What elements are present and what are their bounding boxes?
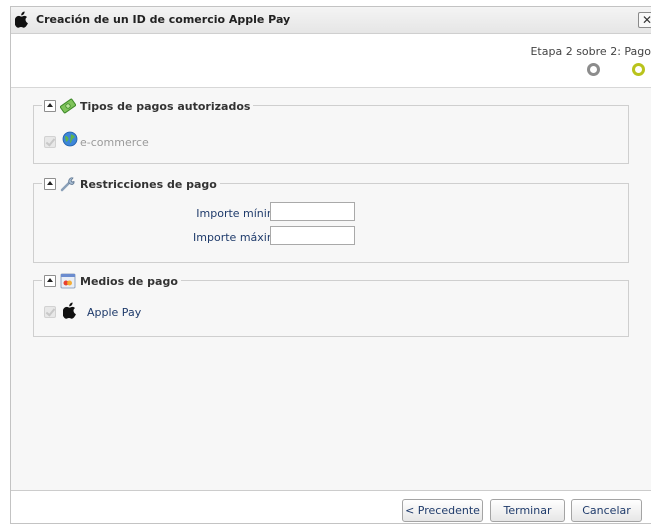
dialog-title: Creación de un ID de comercio Apple Pay [36,13,291,26]
min-amount-input[interactable] [270,202,355,221]
ecommerce-label: e-commerce [80,136,149,149]
payment-types-section: Tipos de pagos autorizados e-commerce [33,97,629,164]
restrictions-title: Restricciones de pago [80,177,217,191]
apple-pay-label: Apple Pay [87,306,142,319]
payment-types-legend: Tipos de pagos autorizados [42,97,254,115]
ecommerce-checkbox[interactable] [44,136,56,148]
payment-card-icon [60,273,76,289]
globe-icon [62,131,78,147]
restrictions-collapse-button[interactable] [44,178,56,190]
dialog-titlebar[interactable]: Creación de un ID de comercio Apple Pay … [11,7,651,34]
payment-types-collapse-button[interactable] [44,100,56,112]
cancel-button[interactable]: Cancelar [571,499,642,522]
apple-pay-logo-icon [62,302,77,319]
payment-methods-collapse-button[interactable] [44,275,56,287]
step-label: Etapa 2 sobre 2: Pago [530,45,651,58]
step-current-icon [632,63,645,76]
payment-methods-legend: Medios de pago [42,272,181,290]
restrictions-section: Restricciones de pago Importe mínimo: Im… [33,175,629,263]
money-icon [59,98,77,114]
payment-methods-title: Medios de pago [80,274,178,288]
step-completed-icon [587,63,600,76]
restrictions-legend: Restricciones de pago [42,175,220,193]
apple-pay-checkbox[interactable] [44,306,56,318]
form-content: Tipos de pagos autorizados e-commerce Re… [11,88,651,491]
max-amount-input[interactable] [270,226,355,245]
close-button[interactable]: ✕ [638,12,651,28]
payment-types-title: Tipos de pagos autorizados [80,99,251,113]
wrench-icon [60,176,76,192]
finish-button[interactable]: Terminar [490,499,565,522]
previous-button[interactable]: < Precedente [402,499,483,522]
payment-methods-section: Medios de pago Apple Pay [33,272,629,337]
apple-logo-icon [14,11,29,28]
wizard-steps: Etapa 2 sobre 2: Pago [11,34,651,88]
